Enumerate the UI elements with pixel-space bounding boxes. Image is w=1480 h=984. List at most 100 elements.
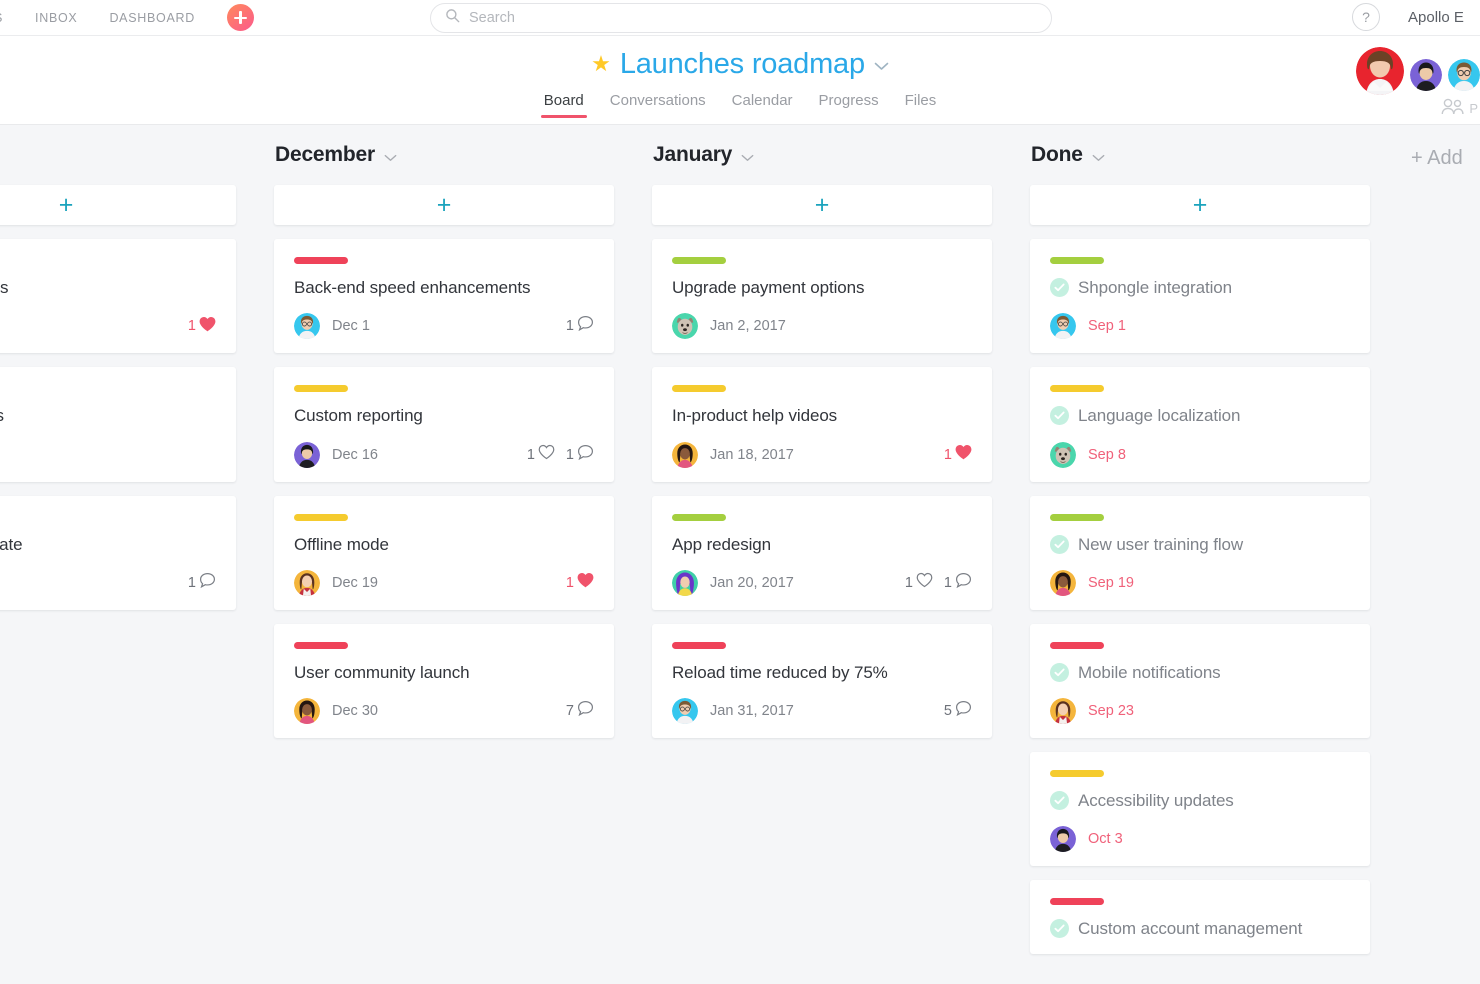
comment-stat[interactable]: 1 xyxy=(566,444,594,466)
avatar[interactable] xyxy=(1356,47,1404,95)
tab-files[interactable]: Files xyxy=(892,92,950,118)
card[interactable]: dashboards 18 xyxy=(0,367,236,482)
avatar[interactable] xyxy=(1050,826,1076,853)
card-due-date: Dec 19 xyxy=(332,574,378,591)
tab-progress[interactable]: Progress xyxy=(806,92,892,118)
card-tag xyxy=(1050,641,1104,649)
card[interactable]: Offline mode Dec 19 1 xyxy=(274,495,614,610)
like-stat[interactable]: 1 xyxy=(527,444,555,465)
check-circle-icon[interactable] xyxy=(1050,662,1069,682)
avatar[interactable] xyxy=(672,698,698,724)
comment-bubble-icon xyxy=(955,700,972,722)
card-title-row: User community launch xyxy=(294,662,594,683)
column-title: December xyxy=(275,143,375,166)
check-circle-icon[interactable] xyxy=(1050,791,1069,811)
card[interactable]: Custom account management xyxy=(1030,880,1370,954)
card[interactable]: screen update 301 xyxy=(0,495,236,610)
like-stat[interactable]: 1 xyxy=(944,444,972,465)
like-count: 1 xyxy=(943,446,952,463)
account-name-label[interactable]: Apollo E xyxy=(1408,9,1464,26)
add-section-button[interactable]: + Add xyxy=(1411,147,1463,170)
card[interactable]: Mobile notifications Sep 23 xyxy=(1030,623,1370,738)
column-header: January xyxy=(652,125,992,185)
check-circle-icon[interactable] xyxy=(1050,534,1069,554)
column-header: ber xyxy=(0,125,236,185)
page-title[interactable]: Launches roadmap xyxy=(620,48,865,81)
card-title: Shpongle integration xyxy=(1078,278,1232,297)
card[interactable]: Reload time reduced by 75% Jan 31, 2017 5 xyxy=(652,623,992,738)
column-header: Done xyxy=(1030,125,1370,185)
avatar[interactable] xyxy=(294,441,320,468)
add-card-button[interactable]: + xyxy=(0,185,236,225)
card-title-row: Mobile notifications xyxy=(1050,662,1350,683)
chevron-down-icon[interactable] xyxy=(874,58,889,75)
card[interactable]: Shpongle integration Sep 1 xyxy=(1030,239,1370,354)
members-count[interactable]: P xyxy=(1441,98,1478,118)
card[interactable]: New user training flow Sep 19 xyxy=(1030,495,1370,610)
card-title-row: App redesign xyxy=(672,534,972,555)
comment-stat[interactable]: 1 xyxy=(566,315,594,337)
add-card-button[interactable]: + xyxy=(1030,185,1370,225)
comment-stat[interactable]: 7 xyxy=(566,700,594,722)
chevron-down-icon[interactable] xyxy=(741,150,754,165)
global-nav-inbox[interactable]: INBOX xyxy=(19,11,93,25)
add-card-button[interactable]: + xyxy=(652,185,992,225)
comment-stat[interactable]: 5 xyxy=(944,700,972,722)
create-new-button[interactable] xyxy=(226,4,254,31)
card-title: dashboards xyxy=(0,405,4,426)
avatar[interactable] xyxy=(1050,313,1076,340)
comment-count: 5 xyxy=(943,703,952,719)
help-button[interactable]: ? xyxy=(1352,3,1380,31)
chevron-down-icon[interactable] xyxy=(384,150,397,165)
card-meta: Sep 8 xyxy=(1050,441,1350,468)
avatar[interactable] xyxy=(672,441,698,468)
avatar[interactable] xyxy=(294,569,320,596)
add-card-button[interactable]: + xyxy=(274,185,614,225)
card[interactable]: App redesign Jan 20, 2017 1 1 xyxy=(652,495,992,610)
card-tag xyxy=(1050,898,1104,906)
avatar[interactable] xyxy=(672,569,698,596)
chevron-down-icon[interactable] xyxy=(1092,150,1105,165)
card-meta: Jan 18, 2017 1 xyxy=(672,441,972,468)
search-box[interactable] xyxy=(430,3,1052,33)
card[interactable]: Back-end speed enhancements Dec 1 1 xyxy=(274,239,614,354)
card[interactable]: Accessibility updates Oct 3 xyxy=(1030,752,1370,867)
global-nav-dashboard[interactable]: DASHBOARD xyxy=(93,11,210,25)
check-circle-icon[interactable] xyxy=(1050,919,1069,939)
avatar[interactable] xyxy=(294,698,320,724)
avatar[interactable] xyxy=(1050,569,1076,596)
like-stat[interactable]: 1 xyxy=(566,572,594,593)
avatar[interactable] xyxy=(294,313,320,340)
card[interactable]: Upgrade payment options Jan 2, 2017 xyxy=(652,239,992,354)
kanban-board: ber+er templatesorrow1dashboards18screen… xyxy=(0,125,1480,984)
like-stat[interactable]: 1 xyxy=(905,572,933,593)
check-circle-icon[interactable] xyxy=(1050,278,1069,298)
avatar[interactable] xyxy=(672,313,698,340)
comment-stat[interactable]: 1 xyxy=(188,572,216,594)
search-input[interactable] xyxy=(469,10,1037,26)
global-nav-tasks[interactable]: S xyxy=(0,11,19,25)
card-title: In-product help videos xyxy=(672,406,838,426)
card-meta: Dec 19 1 xyxy=(294,569,594,596)
comment-bubble-icon xyxy=(577,700,594,722)
comment-count: 1 xyxy=(565,318,574,335)
card[interactable]: In-product help videos Jan 18, 2017 1 xyxy=(652,367,992,482)
star-icon[interactable]: ★ xyxy=(591,52,611,75)
card-title-row: Accessibility updates xyxy=(1050,790,1350,811)
project-header: ★ Launches roadmap Board Conversations Cal… xyxy=(0,36,1480,125)
card[interactable]: Language localization Sep 8 xyxy=(1030,367,1370,482)
avatar[interactable] xyxy=(1410,59,1442,91)
card[interactable]: Custom reporting Dec 16 1 1 xyxy=(274,367,614,482)
card[interactable]: User community launch Dec 30 7 xyxy=(274,623,614,738)
card[interactable]: er templates orrow1 xyxy=(0,239,236,354)
avatar[interactable] xyxy=(1050,441,1076,468)
tab-conversations[interactable]: Conversations xyxy=(597,92,719,118)
avatar[interactable] xyxy=(1050,698,1076,724)
tab-board[interactable]: Board xyxy=(531,92,597,118)
tab-calendar[interactable]: Calendar xyxy=(719,92,806,118)
avatar[interactable] xyxy=(1448,59,1480,91)
comment-stat[interactable]: 1 xyxy=(944,572,972,594)
check-circle-icon[interactable] xyxy=(1050,406,1069,426)
comment-count: 1 xyxy=(187,574,196,591)
like-stat[interactable]: 1 xyxy=(188,316,216,337)
